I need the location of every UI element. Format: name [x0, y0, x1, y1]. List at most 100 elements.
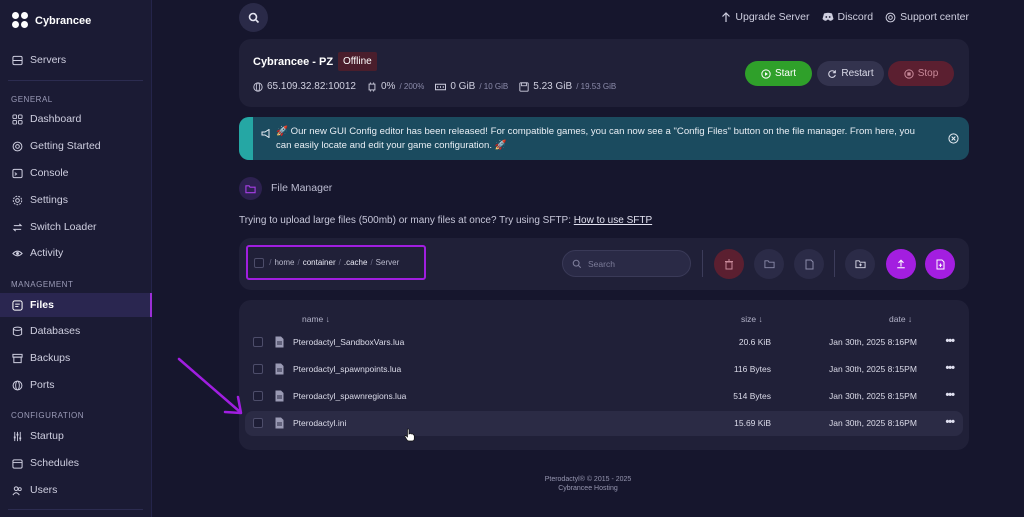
file-name[interactable]: Pterodactyl_spawnregions.lua — [293, 391, 406, 401]
delete-button[interactable] — [714, 249, 744, 279]
table-row[interactable]: Pterodactyl.ini 15.69 KiB Jan 30th, 2025… — [245, 411, 963, 436]
top-links: Upgrade Server Discord Support center — [721, 11, 969, 23]
discord-link[interactable]: Discord — [822, 11, 873, 23]
start-button-label: Start — [774, 68, 797, 79]
file-search-field[interactable] — [562, 250, 691, 277]
eye-icon — [12, 248, 23, 259]
sidebar-item-activity[interactable]: Activity — [0, 241, 152, 265]
sidebar-item-switch-loader[interactable]: Switch Loader — [0, 215, 152, 239]
sidebar-item-databases[interactable]: Databases — [0, 319, 152, 343]
close-icon[interactable] — [948, 133, 959, 144]
sidebar-item-label: Files — [30, 299, 54, 311]
row-menu-button[interactable]: ••• — [945, 389, 955, 401]
sidebar-item-files[interactable]: Files — [0, 293, 152, 317]
sidebar-item-servers[interactable]: Servers — [0, 48, 152, 72]
row-menu-button[interactable]: ••• — [945, 362, 955, 374]
table-row[interactable]: Pterodactyl_spawnpoints.lua 116 Bytes Ja… — [245, 357, 963, 382]
file-list: name ↓ size ↓ date ↓ Pterodactyl_Sandbox… — [239, 300, 969, 450]
breadcrumb-separator: / — [370, 258, 373, 267]
memory-stat: 0 GiB/ 10 GiB — [435, 81, 508, 92]
file-search-input[interactable] — [588, 258, 678, 269]
sidebar-item-label: Schedules — [30, 457, 80, 469]
sidebar-item-label: Switch Loader — [30, 221, 97, 233]
disk-limit: / 19.53 GiB — [576, 82, 617, 91]
footer-host: Cybrancee Hosting — [558, 485, 618, 492]
sliders-icon — [12, 431, 23, 442]
row-checkbox[interactable] — [253, 418, 263, 428]
upload-button[interactable] — [886, 249, 916, 279]
file-date: Jan 30th, 2025 8:15PM — [829, 391, 917, 401]
sftp-hint: Trying to upload large files (500mb) or … — [239, 215, 652, 226]
breadcrumb-item[interactable]: .cache — [344, 258, 368, 267]
cpu-stat: 0%/ 200% — [367, 81, 424, 92]
sidebar-item-ports[interactable]: Ports — [0, 373, 152, 397]
sidebar-divider — [8, 80, 143, 81]
restart-icon — [828, 69, 837, 78]
sidebar-item-dashboard[interactable]: Dashboard — [0, 107, 152, 131]
footer: Pterodactyl® © 2015 - 2025 Cybrancee Hos… — [0, 475, 1024, 493]
sftp-help-link[interactable]: How to use SFTP — [574, 215, 652, 226]
support-center-label: Support center — [900, 11, 969, 23]
file-toolbar: / home / container / .cache / Server — [239, 238, 969, 290]
network-icon — [12, 380, 23, 391]
row-checkbox[interactable] — [253, 391, 263, 401]
sidebar-item-startup[interactable]: Startup — [0, 424, 152, 448]
column-header-size[interactable]: size ↓ — [741, 314, 763, 324]
folder-plus-icon — [854, 260, 866, 269]
archive-button[interactable] — [794, 249, 824, 279]
sidebar-item-console[interactable]: Console — [0, 161, 152, 185]
banner-accent — [239, 117, 253, 160]
global-search-button[interactable] — [239, 3, 268, 32]
sidebar-item-label: Servers — [30, 54, 67, 66]
announcement-banner: 🚀 Our new GUI Config editor has been rel… — [239, 117, 969, 160]
new-folder-button[interactable] — [845, 249, 875, 279]
upgrade-server-label: Upgrade Server — [735, 11, 810, 23]
row-menu-button[interactable]: ••• — [945, 416, 955, 428]
select-all-checkbox[interactable] — [254, 257, 264, 268]
archive-icon — [12, 353, 23, 364]
start-button[interactable]: Start — [745, 61, 812, 86]
file-date: Jan 30th, 2025 8:16PM — [829, 418, 917, 428]
file-icon — [275, 417, 284, 429]
stop-circle-icon — [904, 68, 914, 79]
file-icon — [275, 336, 284, 348]
cpu-icon — [368, 81, 376, 92]
sidebar-item-getting-started[interactable]: Getting Started — [0, 134, 152, 158]
gear-icon — [12, 195, 23, 206]
upgrade-server-link[interactable]: Upgrade Server — [721, 11, 810, 23]
server-icon — [12, 55, 23, 66]
sidebar-item-schedules[interactable]: Schedules — [0, 451, 152, 475]
sftp-hint-text: Trying to upload large files (500mb) or … — [239, 215, 571, 226]
move-button[interactable] — [754, 249, 784, 279]
server-address: 65.109.32.82:10012 — [267, 81, 356, 92]
table-row[interactable]: Pterodactyl_SandboxVars.lua 20.6 KiB Jan… — [245, 330, 963, 355]
toolbar-divider — [834, 250, 835, 277]
file-date: Jan 30th, 2025 8:15PM — [829, 364, 917, 374]
breadcrumb-item[interactable]: home — [274, 258, 294, 267]
column-header-name[interactable]: name ↓ — [302, 314, 330, 324]
brand[interactable]: Cybrancee — [11, 12, 91, 30]
hand-cursor-icon — [404, 428, 415, 442]
sidebar-item-backups[interactable]: Backups — [0, 346, 152, 370]
row-checkbox[interactable] — [253, 364, 263, 374]
file-name[interactable]: Pterodactyl_SandboxVars.lua — [293, 337, 404, 347]
disk-stat: 5.23 GiB/ 19.53 GiB — [519, 81, 616, 92]
sidebar-item-label: Ports — [30, 379, 55, 391]
stop-button[interactable]: Stop — [888, 61, 954, 86]
table-row[interactable]: Pterodactyl_spawnregions.lua 514 Bytes J… — [245, 384, 963, 409]
new-file-button[interactable] — [925, 249, 955, 279]
sidebar-item-settings[interactable]: Settings — [0, 188, 152, 212]
restart-button[interactable]: Restart — [817, 61, 884, 86]
row-menu-button[interactable]: ••• — [945, 335, 955, 347]
breadcrumb-item[interactable]: container — [303, 258, 336, 267]
row-checkbox[interactable] — [253, 337, 263, 347]
column-header-date[interactable]: date ↓ — [889, 314, 912, 324]
file-name[interactable]: Pterodactyl_spawnpoints.lua — [293, 364, 401, 374]
restart-button-label: Restart — [841, 68, 874, 79]
file-name[interactable]: Pterodactyl.ini — [293, 418, 346, 428]
footer-copyright: Pterodactyl® © 2015 - 2025 — [544, 476, 632, 483]
breadcrumb-separator: / — [297, 258, 300, 267]
page-title: File Manager — [271, 182, 333, 194]
status-badge: Offline — [338, 52, 377, 71]
support-center-link[interactable]: Support center — [885, 11, 969, 23]
